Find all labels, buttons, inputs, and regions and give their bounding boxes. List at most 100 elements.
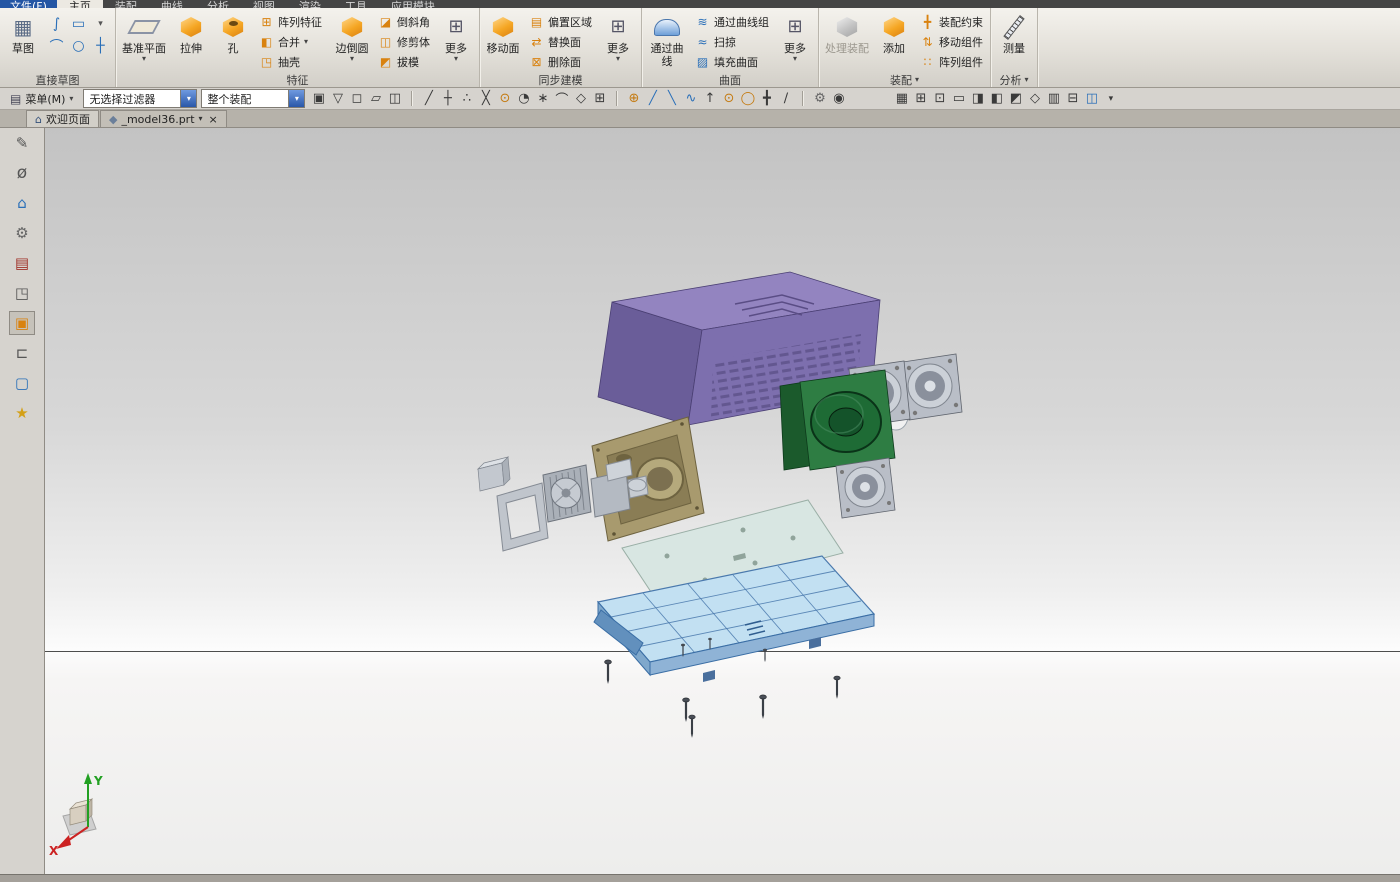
group-label-feature[interactable]: 特征 (118, 72, 477, 87)
window-layout-icon[interactable]: ▥ (1044, 89, 1063, 108)
blower-housing[interactable] (780, 370, 895, 470)
screw[interactable] (689, 715, 695, 738)
line-icon[interactable]: ╱ (643, 89, 662, 108)
shell[interactable]: ◳ 抽壳 (254, 52, 331, 72)
ribbon-tab[interactable]: 曲线 (149, 0, 195, 8)
graphics-viewport[interactable]: Y X (45, 128, 1400, 874)
ribbon-tab[interactable]: 分析 (195, 0, 241, 8)
point-tool[interactable]: ┼ (90, 35, 111, 56)
through-curves-button[interactable]: 通过曲线 (644, 9, 690, 72)
circle-tool[interactable]: ○ (68, 35, 89, 56)
orientation-triad[interactable]: Y X (49, 773, 103, 858)
tab-welcome-page[interactable]: ⌂ 欢迎页面 (26, 110, 99, 127)
hide-toggle-icon[interactable]: ø (9, 161, 35, 185)
view-options-arrow[interactable]: ▾ (1101, 89, 1120, 108)
snap-control-point-icon[interactable]: ∴ (457, 89, 476, 108)
rect-select-icon[interactable]: ◻ (347, 89, 366, 108)
extrude-button[interactable]: 拉伸 (170, 9, 212, 72)
feature-more-button[interactable]: ⊞ 更多 ▾ (435, 9, 477, 72)
offset-region[interactable]: ▤ 偏置区域 (524, 12, 597, 32)
constraint-navigator-icon[interactable]: ⚙ (9, 221, 35, 245)
selection-scope-dropdown[interactable]: ▾ (288, 90, 304, 107)
spline-icon[interactable]: ∿ (681, 89, 700, 108)
gear-icon[interactable]: ⚙ (810, 89, 829, 108)
ribbon-tab[interactable]: 装配 (103, 0, 149, 8)
chamfer[interactable]: ◪ 倒斜角 (373, 12, 435, 32)
cooling-fan-rear-right[interactable] (903, 354, 962, 420)
zoom-icon[interactable]: ⊡ (930, 89, 949, 108)
group-label-analysis[interactable]: 分析 ▾ (993, 72, 1035, 87)
roles-icon[interactable]: ★ (9, 401, 35, 425)
web-browser-icon[interactable]: ▢ (9, 371, 35, 395)
snap-midpoint-icon[interactable]: ┼ (438, 89, 457, 108)
sync-more-button[interactable]: ⊞ 更多 ▾ (597, 9, 639, 72)
through-curve-mesh[interactable]: ≋ 通过曲线组 (690, 12, 774, 32)
trim-body[interactable]: ◫ 修剪体 (373, 32, 435, 52)
sketch-more-arrow[interactable]: ▾ (90, 13, 111, 34)
hole-button[interactable]: 孔 (212, 9, 254, 72)
assembly-constraints[interactable]: ╋ 装配约束 (915, 12, 988, 32)
datum-plane-dropdown[interactable]: ▾ (142, 55, 146, 63)
ribbon-tab[interactable]: 视图 (241, 0, 287, 8)
visibility-icon[interactable]: ◉ (829, 89, 848, 108)
cooling-fan-lower[interactable] (836, 458, 895, 518)
hd3d-tools-icon[interactable]: ⊏ (9, 341, 35, 365)
menu-button[interactable]: ▤ 菜单(M) ▾ (4, 89, 79, 109)
group-label-direct-sketch[interactable]: 直接草图 (2, 72, 113, 87)
assembly-navigator-icon[interactable]: ⌂ (9, 191, 35, 215)
layer-icon[interactable]: ⊟ (1063, 89, 1082, 108)
group-label-sync-modeling[interactable]: 同步建模 (482, 72, 639, 87)
chassis-tray[interactable] (594, 556, 874, 682)
screw[interactable] (683, 698, 690, 722)
replace-face[interactable]: ⇄ 替换面 (524, 32, 597, 52)
edge-blend-button[interactable]: 边倒圆 ▾ (331, 9, 373, 72)
slash-icon[interactable]: ∕ (776, 89, 795, 108)
move-component[interactable]: ⇅ 移动组件 (915, 32, 988, 52)
snap-point-toggle-icon[interactable]: ▣ (309, 89, 328, 108)
selection-scope-combo[interactable]: 整个装配 ▾ (201, 89, 305, 108)
tab-model36-prt[interactable]: ◆ _model36.prt ▾ × (100, 110, 227, 127)
cross-icon[interactable]: ╋ (757, 89, 776, 108)
measure-button[interactable]: 测量 (993, 9, 1035, 72)
ribbon-tab[interactable]: 工具 (333, 0, 379, 8)
move-face-button[interactable]: 移动面 (482, 9, 524, 72)
snap-intersection-icon[interactable]: ╳ (476, 89, 495, 108)
rectangle-tool[interactable]: ▭ (68, 13, 89, 34)
part-navigator-icon[interactable]: ▤ (9, 251, 35, 275)
arc-tool[interactable]: ⌒ (46, 35, 67, 56)
rotate-view-icon[interactable]: ◨ (968, 89, 987, 108)
perspective-icon[interactable]: ◧ (987, 89, 1006, 108)
shaded-view-icon[interactable]: ◩ (1006, 89, 1025, 108)
snapshot-icon[interactable]: ◫ (1082, 89, 1101, 108)
fit-window-icon[interactable]: ⊞ (911, 89, 930, 108)
snap-quadrant-icon[interactable]: ◔ (514, 89, 533, 108)
active-palette-icon[interactable]: ▣ (9, 311, 35, 335)
snap-endpoint-icon[interactable]: ╱ (419, 89, 438, 108)
ribbon-tab[interactable]: 文件(F) (0, 0, 57, 8)
add-component-button[interactable]: 添加 (873, 9, 915, 72)
ribbon-tab[interactable]: 主页 (57, 0, 103, 8)
wireframe-view-icon[interactable]: ◇ (1025, 89, 1044, 108)
reuse-library-icon[interactable]: ◳ (9, 281, 35, 305)
ribbon-tab[interactable]: 应用模块 (379, 0, 447, 8)
datum-plane-button[interactable]: 基准平面 ▾ (118, 9, 170, 72)
move-window-icon[interactable]: ▦ (892, 89, 911, 108)
select-by-type-icon[interactable]: ◫ (385, 89, 404, 108)
screw[interactable] (605, 660, 612, 684)
circle-icon[interactable]: ⊙ (719, 89, 738, 108)
selection-filter-dropdown[interactable]: ▾ (180, 90, 196, 107)
snap-point-on-curve-icon[interactable]: ⌒ (552, 89, 571, 108)
fill-surface[interactable]: ▨ 填充曲面 (690, 52, 774, 72)
role-pencil-icon[interactable]: ✎ (9, 131, 35, 155)
tab-close-icon[interactable]: × (209, 114, 218, 125)
arc-icon[interactable]: ╲ (662, 89, 681, 108)
tab-menu-arrow[interactable]: ▾ (199, 115, 203, 123)
snap-grid-icon[interactable]: ⊞ (590, 89, 609, 108)
sketch-button[interactable]: ▦ 草图 (2, 9, 44, 72)
sweep[interactable]: ≈ 扫掠 (690, 32, 774, 52)
point-dialog-icon[interactable]: ⊕ (624, 89, 643, 108)
group-label-surface[interactable]: 曲面 (644, 72, 816, 87)
screw[interactable] (834, 676, 840, 699)
draft[interactable]: ◩ 拔模 (373, 52, 435, 72)
delete-face[interactable]: ⊠ 删除面 (524, 52, 597, 72)
